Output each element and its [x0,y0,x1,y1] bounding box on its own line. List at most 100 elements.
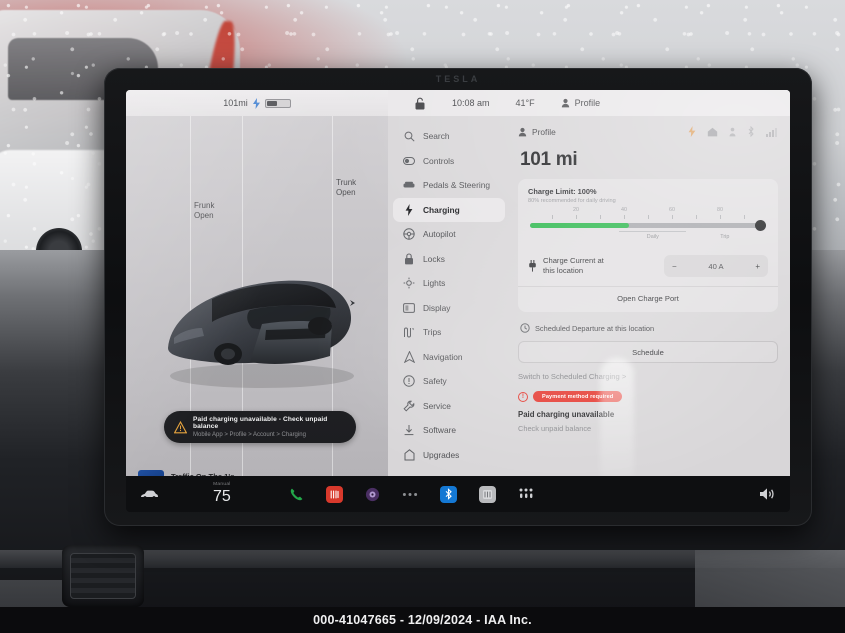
rear-defrost-icon[interactable] [478,485,496,503]
download-icon [403,424,415,436]
car-icon[interactable] [140,489,159,500]
bottom-control-bar[interactable]: Manual 75 [126,476,790,512]
paid-charging-unavailable-text: Paid charging unavailable [518,410,615,419]
steering-pedal-icon [403,179,415,191]
status-bar-left: 101mi [126,97,388,109]
sidebar-item-label: Navigation [423,351,463,362]
trip-label: Trip [720,234,730,240]
sidebar-item-search[interactable]: Search [393,124,505,149]
navigation-arrow-icon [403,350,415,363]
car-visualization-panel[interactable]: Frunk Open Trunk Open Paid charging unav… [126,116,388,508]
sidebar-item-pedals-steering[interactable]: Pedals & Steering [393,173,505,198]
daily-trip-markers: Daily Trip [528,231,768,245]
sidebar-item-service[interactable]: Service [393,394,505,419]
tick-label: 80 [717,207,723,213]
sidebar-item-upgrades[interactable]: Upgrades [393,443,505,468]
toast-title: Paid charging unavailable - Check unpaid… [193,416,328,431]
profile-label: Profile [574,98,601,108]
daily-label: Daily [646,234,659,240]
toggle-icon [403,155,415,167]
sidebar-item-software[interactable]: Software [393,418,505,443]
more-dots-icon[interactable] [402,492,418,497]
sidebar-item-label: Search [423,131,450,142]
schedule-button[interactable]: Schedule [518,341,778,363]
media-icon[interactable] [365,487,380,502]
volume-icon[interactable] [759,487,776,501]
payment-alert-row: ! Payment method required [518,391,778,402]
person-icon [518,127,527,136]
warning-triangle-icon [174,420,187,433]
charge-current-label-line1: Charge Current at [543,256,604,266]
battery-icon [264,98,291,108]
padlock-icon [403,253,415,265]
tick-label: 20 [573,207,579,213]
sidebar-item-label: Controls [423,155,455,166]
charge-limit-title: Charge Limit: 100% [528,187,597,196]
sidebar-item-label: Locks [423,253,445,264]
center-touchscreen[interactable]: 101mi 10:08 am 41°F Profile Frunk Open T… [126,90,790,508]
trunk-label-line1: Trunk [336,178,357,187]
outside-temperature: 41°F [515,98,535,108]
search-icon [403,130,415,142]
charging-detail-panel: Profile 101 mi Charge Limit: 100% 80% re… [510,116,790,508]
sidebar-item-safety[interactable]: Safety [393,369,505,394]
bluetooth-icon[interactable] [439,485,457,503]
screenshot-root: TESLA 101mi 10:08 am 41°F Profile Frunk … [0,0,845,633]
payment-required-badge[interactable]: Payment method required [533,391,623,402]
light-icon [403,277,415,289]
sidebar-item-label: Upgrades [423,449,460,460]
charge-limit-slider[interactable] [530,220,766,231]
range-readout: 101mi [223,98,248,108]
detail-profile-label: Profile [532,126,556,137]
seat-heater-icon[interactable] [325,485,343,503]
sidebar-item-trips[interactable]: Trips [393,320,505,345]
charge-current-row: Charge Current at this location − 40 A + [528,255,768,277]
detail-profile-chip[interactable]: Profile [518,127,556,137]
front-defrost-icon[interactable] [518,488,534,500]
charge-limit-card: Charge Limit: 100% 80% recommended for d… [518,179,778,312]
switch-scheduled-charging-link[interactable]: Switch to Scheduled Charging > [518,372,778,381]
phone-icon[interactable] [289,487,304,502]
decrease-current-button[interactable]: − [672,262,677,271]
lock-icon[interactable] [414,97,426,110]
sidebar-item-display[interactable]: Display [393,296,505,321]
home-icon [707,127,718,136]
frunk-label-line1: Frunk [194,201,215,210]
safety-icon [403,375,415,387]
trips-icon [403,326,415,338]
sidebar-item-navigation[interactable]: Navigation [393,345,505,370]
settings-nav-list: Search Controls Pedals & Steering Chargi… [388,116,510,508]
open-charge-port-button[interactable]: Open Charge Port [528,287,768,303]
wrench-icon [403,400,415,412]
scheduled-departure-label: Scheduled Departure at this location [535,323,655,333]
bluetooth-icon [748,126,754,137]
info-circle-icon: ! [518,391,528,402]
climate-control[interactable]: Manual 75 [213,482,231,506]
sidebar-item-controls[interactable]: Controls [393,149,505,174]
plug-icon [529,260,536,272]
charge-current-stepper[interactable]: − 40 A + [664,255,768,277]
charge-current-value: 40 A [708,261,724,271]
cellular-signal-icon [766,127,777,137]
slider-knob[interactable] [755,220,766,231]
sidebar-item-lights[interactable]: Lights [393,271,505,296]
charging-alert-toast[interactable]: Paid charging unavailable - Check unpaid… [164,411,356,443]
clock-icon [520,323,530,333]
sidebar-item-label: Autopilot [423,229,456,240]
sidebar-item-autopilot[interactable]: Autopilot [393,222,505,247]
sidebar-item-label: Trips [423,327,442,338]
profile-button[interactable]: Profile [561,98,601,108]
check-unpaid-balance-text[interactable]: Check unpaid balance [518,424,778,433]
footer-text: 000-41047665 - 12/09/2024 - IAA Inc. [313,613,532,627]
sidebar-item-locks[interactable]: Locks [393,247,505,272]
bottom-bar-icons [289,485,534,503]
status-bar-right: 10:08 am 41°F Profile [388,90,790,116]
main-content: Frunk Open Trunk Open Paid charging unav… [126,116,790,508]
increase-current-button[interactable]: + [755,262,760,271]
person-icon [561,98,569,108]
person-small-icon [729,127,736,136]
sidebar-item-charging[interactable]: Charging [393,197,505,222]
upgrades-icon [403,448,415,461]
charge-limit-ticks: 20 40 60 80 [528,207,768,220]
frunk-open-label: Frunk Open [194,201,214,221]
